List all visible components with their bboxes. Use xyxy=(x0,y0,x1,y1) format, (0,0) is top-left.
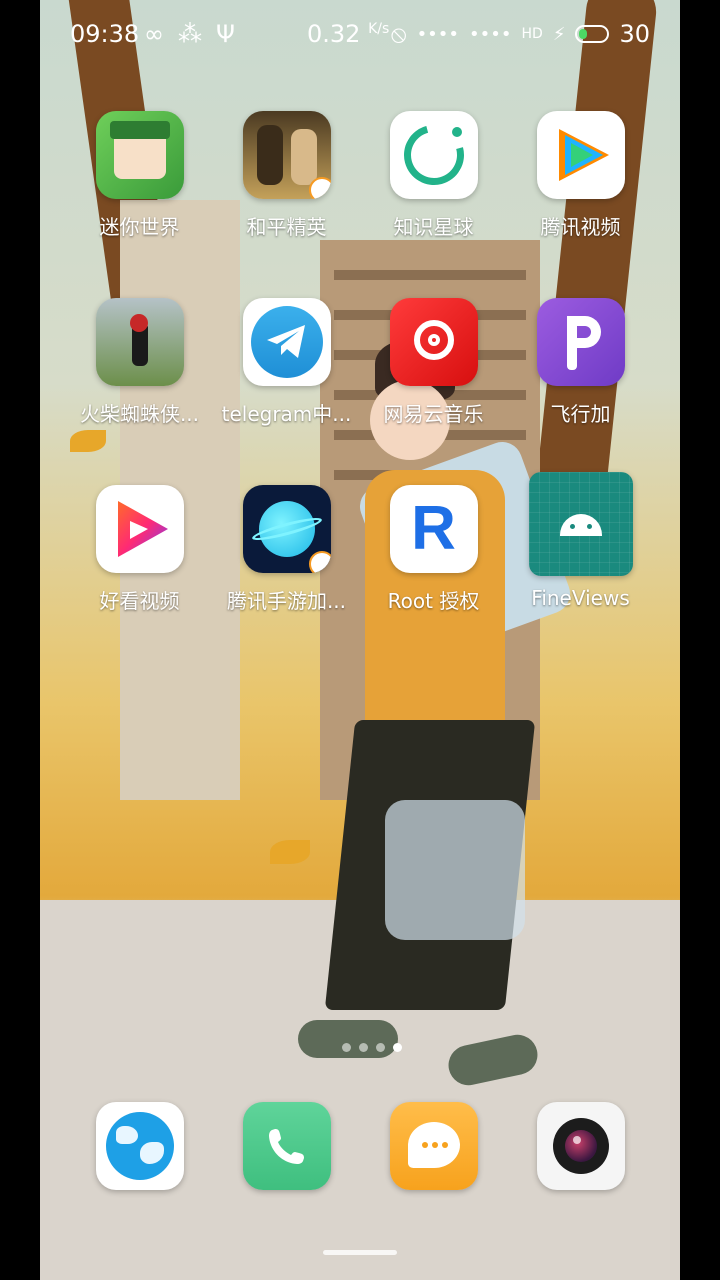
page-indicator xyxy=(342,1043,402,1052)
battery-level: 30 xyxy=(619,20,650,48)
phone-icon xyxy=(242,1102,331,1190)
home-indicator[interactable] xyxy=(323,1250,397,1255)
stickman-spider-icon xyxy=(95,298,184,386)
app-root-auth[interactable]: R Root 授权 xyxy=(360,485,507,614)
page-dot-active[interactable] xyxy=(393,1043,402,1052)
hd-icon: HD xyxy=(521,26,543,42)
tencent-game-booster-icon xyxy=(242,485,331,573)
root-auth-icon: R xyxy=(389,485,478,573)
app-tencent-game-booster[interactable]: 腾讯手游加... xyxy=(213,485,360,614)
tencent-badge-icon xyxy=(308,551,331,573)
dock-camera[interactable] xyxy=(507,1102,654,1190)
peace-elite-icon xyxy=(242,111,331,199)
app-label: telegram中... xyxy=(221,402,352,426)
app-label: 飞行加 xyxy=(550,402,611,426)
app-telegram[interactable]: telegram中... xyxy=(213,298,360,427)
camera-icon xyxy=(536,1102,625,1190)
status-right-icons: ⦸ •••• •••• HD ⚡ 30 xyxy=(391,20,650,48)
netease-music-icon xyxy=(389,298,478,386)
page-dot[interactable] xyxy=(359,1043,368,1052)
app-label: 火柴蜘蛛侠... xyxy=(79,402,200,426)
feixingjia-icon xyxy=(536,298,625,386)
usb-icon: Ψ xyxy=(216,20,235,48)
wallpaper-shoe xyxy=(298,1020,398,1058)
network-speed: 0.32 K/s xyxy=(307,20,389,48)
infinity-icon: ∞ xyxy=(144,20,164,48)
page-dot[interactable] xyxy=(342,1043,351,1052)
signal-icon: •••• xyxy=(416,23,460,45)
network-speed-value: 0.32 xyxy=(307,20,361,48)
browser-globe-icon xyxy=(95,1102,184,1190)
fan-icon: ⁂ xyxy=(178,20,202,48)
wallpaper-shopping-bag xyxy=(385,800,525,940)
app-mini-world[interactable]: 迷你世界 xyxy=(66,111,213,240)
battery-icon xyxy=(575,25,610,43)
telegram-icon xyxy=(242,298,331,386)
dock-messages[interactable] xyxy=(360,1102,507,1190)
signal-icon: •••• xyxy=(469,23,512,45)
app-tencent-video[interactable]: 腾讯视频 xyxy=(507,111,654,240)
app-label: 和平精英 xyxy=(246,215,327,239)
status-left-icons: ∞ ⁂ Ψ xyxy=(144,20,235,48)
app-label: 迷你世界 xyxy=(99,215,180,239)
messages-icon xyxy=(389,1102,478,1190)
app-label: 网易云音乐 xyxy=(383,402,484,426)
wallpaper-leaf xyxy=(270,840,310,864)
charging-icon: ⚡ xyxy=(552,23,566,45)
app-fineviews[interactable]: FineViews xyxy=(507,472,654,610)
dock-browser[interactable] xyxy=(66,1102,213,1190)
tencent-video-icon xyxy=(536,111,625,199)
app-peace-elite[interactable]: 和平精英 xyxy=(213,111,360,240)
app-label: 好看视频 xyxy=(99,589,180,613)
network-speed-unit: K/s xyxy=(368,21,390,37)
app-knowledge-planet[interactable]: 知识星球 xyxy=(360,111,507,240)
app-label: FineViews xyxy=(531,586,630,610)
page-dot[interactable] xyxy=(376,1043,385,1052)
mini-world-icon xyxy=(95,111,184,199)
android-icon xyxy=(528,472,633,576)
app-netease-music[interactable]: 网易云音乐 xyxy=(360,298,507,427)
app-label: 腾讯视频 xyxy=(540,215,621,239)
wallpaper-tree xyxy=(530,0,660,543)
knowledge-planet-icon xyxy=(389,111,478,199)
app-haokan-video[interactable]: 好看视频 xyxy=(66,485,213,614)
app-stickman-spider[interactable]: 火柴蜘蛛侠... xyxy=(66,298,213,427)
app-label: 知识星球 xyxy=(393,215,474,239)
app-label: Root 授权 xyxy=(387,589,480,613)
status-bar: 09:38 ∞ ⁂ Ψ 0.32 K/s ⦸ •••• •••• HD ⚡ 30 xyxy=(40,0,680,68)
status-time: 09:38 xyxy=(70,20,140,48)
wallpaper-leaf xyxy=(70,430,106,452)
app-feixingjia[interactable]: 飞行加 xyxy=(507,298,654,427)
app-label: 腾讯手游加... xyxy=(226,589,347,613)
haokan-video-icon xyxy=(95,485,184,573)
tencent-badge-icon xyxy=(308,177,331,199)
dock-phone[interactable] xyxy=(213,1102,360,1190)
mute-icon: ⦸ xyxy=(390,20,407,48)
